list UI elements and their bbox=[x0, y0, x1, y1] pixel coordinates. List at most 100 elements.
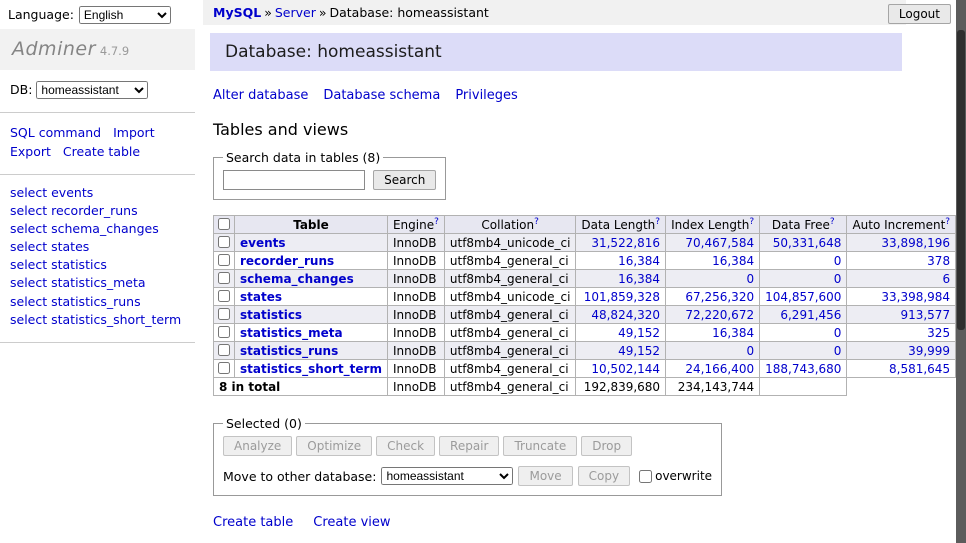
drop-button[interactable]: Drop bbox=[581, 436, 632, 456]
auto-increment-link[interactable]: 6 bbox=[942, 272, 950, 286]
db-select[interactable]: homeassistant bbox=[36, 81, 148, 99]
collation-cell: utf8mb4_general_ci bbox=[444, 306, 576, 324]
analyze-button[interactable]: Analyze bbox=[223, 436, 292, 456]
table-name-link[interactable]: statistics_runs bbox=[240, 344, 338, 358]
sidebar-table-link[interactable]: select recorder_runs bbox=[10, 202, 185, 220]
row-checkbox[interactable] bbox=[218, 290, 230, 302]
breadcrumb-separator: » bbox=[319, 5, 327, 20]
alter-database-link[interactable]: Alter database bbox=[213, 88, 308, 103]
sidebar-table-link[interactable]: select events bbox=[10, 184, 185, 202]
auto-increment-link[interactable]: 33,398,984 bbox=[881, 290, 950, 304]
truncate-button[interactable]: Truncate bbox=[503, 436, 577, 456]
doc-help-link[interactable]: ? bbox=[749, 217, 754, 227]
row-checkbox[interactable] bbox=[218, 362, 230, 374]
data-length-link[interactable]: 16,384 bbox=[618, 272, 660, 286]
data-free-link[interactable]: 0 bbox=[834, 254, 842, 268]
table-name-link[interactable]: states bbox=[240, 290, 282, 304]
auto-increment-link[interactable]: 39,999 bbox=[908, 344, 950, 358]
sidebar-table-link[interactable]: select statistics_short_term bbox=[10, 311, 185, 329]
sidebar-table-link[interactable]: select statistics bbox=[10, 256, 185, 274]
logout-button[interactable]: Logout bbox=[888, 4, 951, 24]
table-name-link[interactable]: statistics_short_term bbox=[240, 362, 382, 376]
language-label: Language: bbox=[8, 7, 74, 22]
data-free-link[interactable]: 104,857,600 bbox=[765, 290, 841, 304]
repair-button[interactable]: Repair bbox=[439, 436, 499, 456]
tables-tbody: eventsInnoDButf8mb4_unicode_ci31,522,816… bbox=[214, 234, 966, 396]
table-name-link[interactable]: events bbox=[240, 236, 286, 250]
index-length-link[interactable]: 24,166,400 bbox=[685, 362, 754, 376]
index-length-link[interactable]: 0 bbox=[746, 272, 754, 286]
create-view-link[interactable]: Create view bbox=[313, 515, 390, 530]
engine-cell: InnoDB bbox=[387, 360, 444, 378]
index-length-link[interactable]: 72,220,672 bbox=[685, 308, 754, 322]
table-row: statisticsInnoDButf8mb4_general_ci48,824… bbox=[214, 306, 966, 324]
sql-command-link[interactable]: SQL command bbox=[10, 125, 101, 140]
auto-increment-link[interactable]: 913,577 bbox=[900, 308, 950, 322]
create-table-link[interactable]: Create table bbox=[213, 515, 293, 530]
table-name-link[interactable]: recorder_runs bbox=[240, 254, 334, 268]
data-length-link[interactable]: 16,384 bbox=[618, 254, 660, 268]
search-legend: Search data in tables (8) bbox=[223, 150, 383, 165]
data-length-link[interactable]: 31,522,816 bbox=[591, 236, 660, 250]
auto-increment-link[interactable]: 325 bbox=[927, 326, 950, 340]
index-length-link[interactable]: 16,384 bbox=[712, 254, 754, 268]
sidebar-table-link[interactable]: select states bbox=[10, 238, 185, 256]
data-length-link[interactable]: 49,152 bbox=[618, 326, 660, 340]
optimize-button[interactable]: Optimize bbox=[296, 436, 372, 456]
overwrite-checkbox[interactable] bbox=[639, 470, 652, 483]
row-checkbox[interactable] bbox=[218, 344, 230, 356]
index-length-link[interactable]: 70,467,584 bbox=[685, 236, 754, 250]
overwrite-option: overwrite bbox=[635, 467, 712, 486]
doc-help-link[interactable]: ? bbox=[434, 217, 439, 227]
data-free-link[interactable]: 6,291,456 bbox=[780, 308, 841, 322]
row-checkbox[interactable] bbox=[218, 326, 230, 338]
data-length-link[interactable]: 10,502,144 bbox=[591, 362, 660, 376]
data-length-link[interactable]: 101,859,328 bbox=[584, 290, 660, 304]
search-input[interactable] bbox=[223, 170, 365, 190]
table-name-link[interactable]: schema_changes bbox=[240, 272, 354, 286]
index-length-link[interactable]: 0 bbox=[746, 344, 754, 358]
data-free-link[interactable]: 188,743,680 bbox=[765, 362, 841, 376]
privileges-link[interactable]: Privileges bbox=[455, 88, 518, 103]
breadcrumb-server-link[interactable]: Server bbox=[275, 5, 316, 20]
column-header-engine: Engine? bbox=[387, 216, 444, 234]
breadcrumb-mysql-link[interactable]: MySQL bbox=[213, 5, 261, 20]
import-link[interactable]: Import bbox=[113, 125, 155, 140]
row-checkbox[interactable] bbox=[218, 308, 230, 320]
table-name-link[interactable]: statistics_meta bbox=[240, 326, 343, 340]
data-length-link[interactable]: 48,824,320 bbox=[591, 308, 660, 322]
create-table-link-sidebar[interactable]: Create table bbox=[63, 144, 140, 159]
sidebar-table-link[interactable]: select schema_changes bbox=[10, 220, 185, 238]
export-link[interactable]: Export bbox=[10, 144, 51, 159]
select-all-checkbox[interactable] bbox=[218, 218, 230, 230]
data-length-link[interactable]: 49,152 bbox=[618, 344, 660, 358]
doc-help-link[interactable]: ? bbox=[830, 217, 835, 227]
table-name-link[interactable]: statistics bbox=[240, 308, 302, 322]
scrollbar-thumb[interactable] bbox=[957, 30, 965, 330]
row-checkbox[interactable] bbox=[218, 272, 230, 284]
move-database-select[interactable]: homeassistant bbox=[381, 467, 513, 485]
auto-increment-link[interactable]: 33,898,196 bbox=[881, 236, 950, 250]
doc-help-link[interactable]: ? bbox=[655, 217, 660, 227]
index-length-link[interactable]: 16,384 bbox=[712, 326, 754, 340]
auto-increment-link[interactable]: 8,581,645 bbox=[889, 362, 950, 376]
move-button[interactable]: Move bbox=[518, 466, 572, 486]
index-length-link[interactable]: 67,256,320 bbox=[685, 290, 754, 304]
data-free-link[interactable]: 0 bbox=[834, 272, 842, 286]
search-button[interactable]: Search bbox=[373, 170, 436, 190]
auto-increment-link[interactable]: 378 bbox=[927, 254, 950, 268]
vertical-scrollbar[interactable] bbox=[956, 0, 966, 543]
doc-help-link[interactable]: ? bbox=[945, 217, 950, 227]
row-checkbox[interactable] bbox=[218, 236, 230, 248]
database-schema-link[interactable]: Database schema bbox=[323, 88, 440, 103]
language-select[interactable]: English bbox=[79, 6, 171, 24]
doc-help-link[interactable]: ? bbox=[534, 217, 539, 227]
sidebar-table-link[interactable]: select statistics_meta bbox=[10, 274, 185, 292]
check-button[interactable]: Check bbox=[376, 436, 435, 456]
copy-button[interactable]: Copy bbox=[578, 466, 630, 486]
sidebar-table-link[interactable]: select statistics_runs bbox=[10, 293, 185, 311]
data-free-link[interactable]: 0 bbox=[834, 344, 842, 358]
data-free-link[interactable]: 0 bbox=[834, 326, 842, 340]
data-free-link[interactable]: 50,331,648 bbox=[773, 236, 842, 250]
row-checkbox[interactable] bbox=[218, 254, 230, 266]
